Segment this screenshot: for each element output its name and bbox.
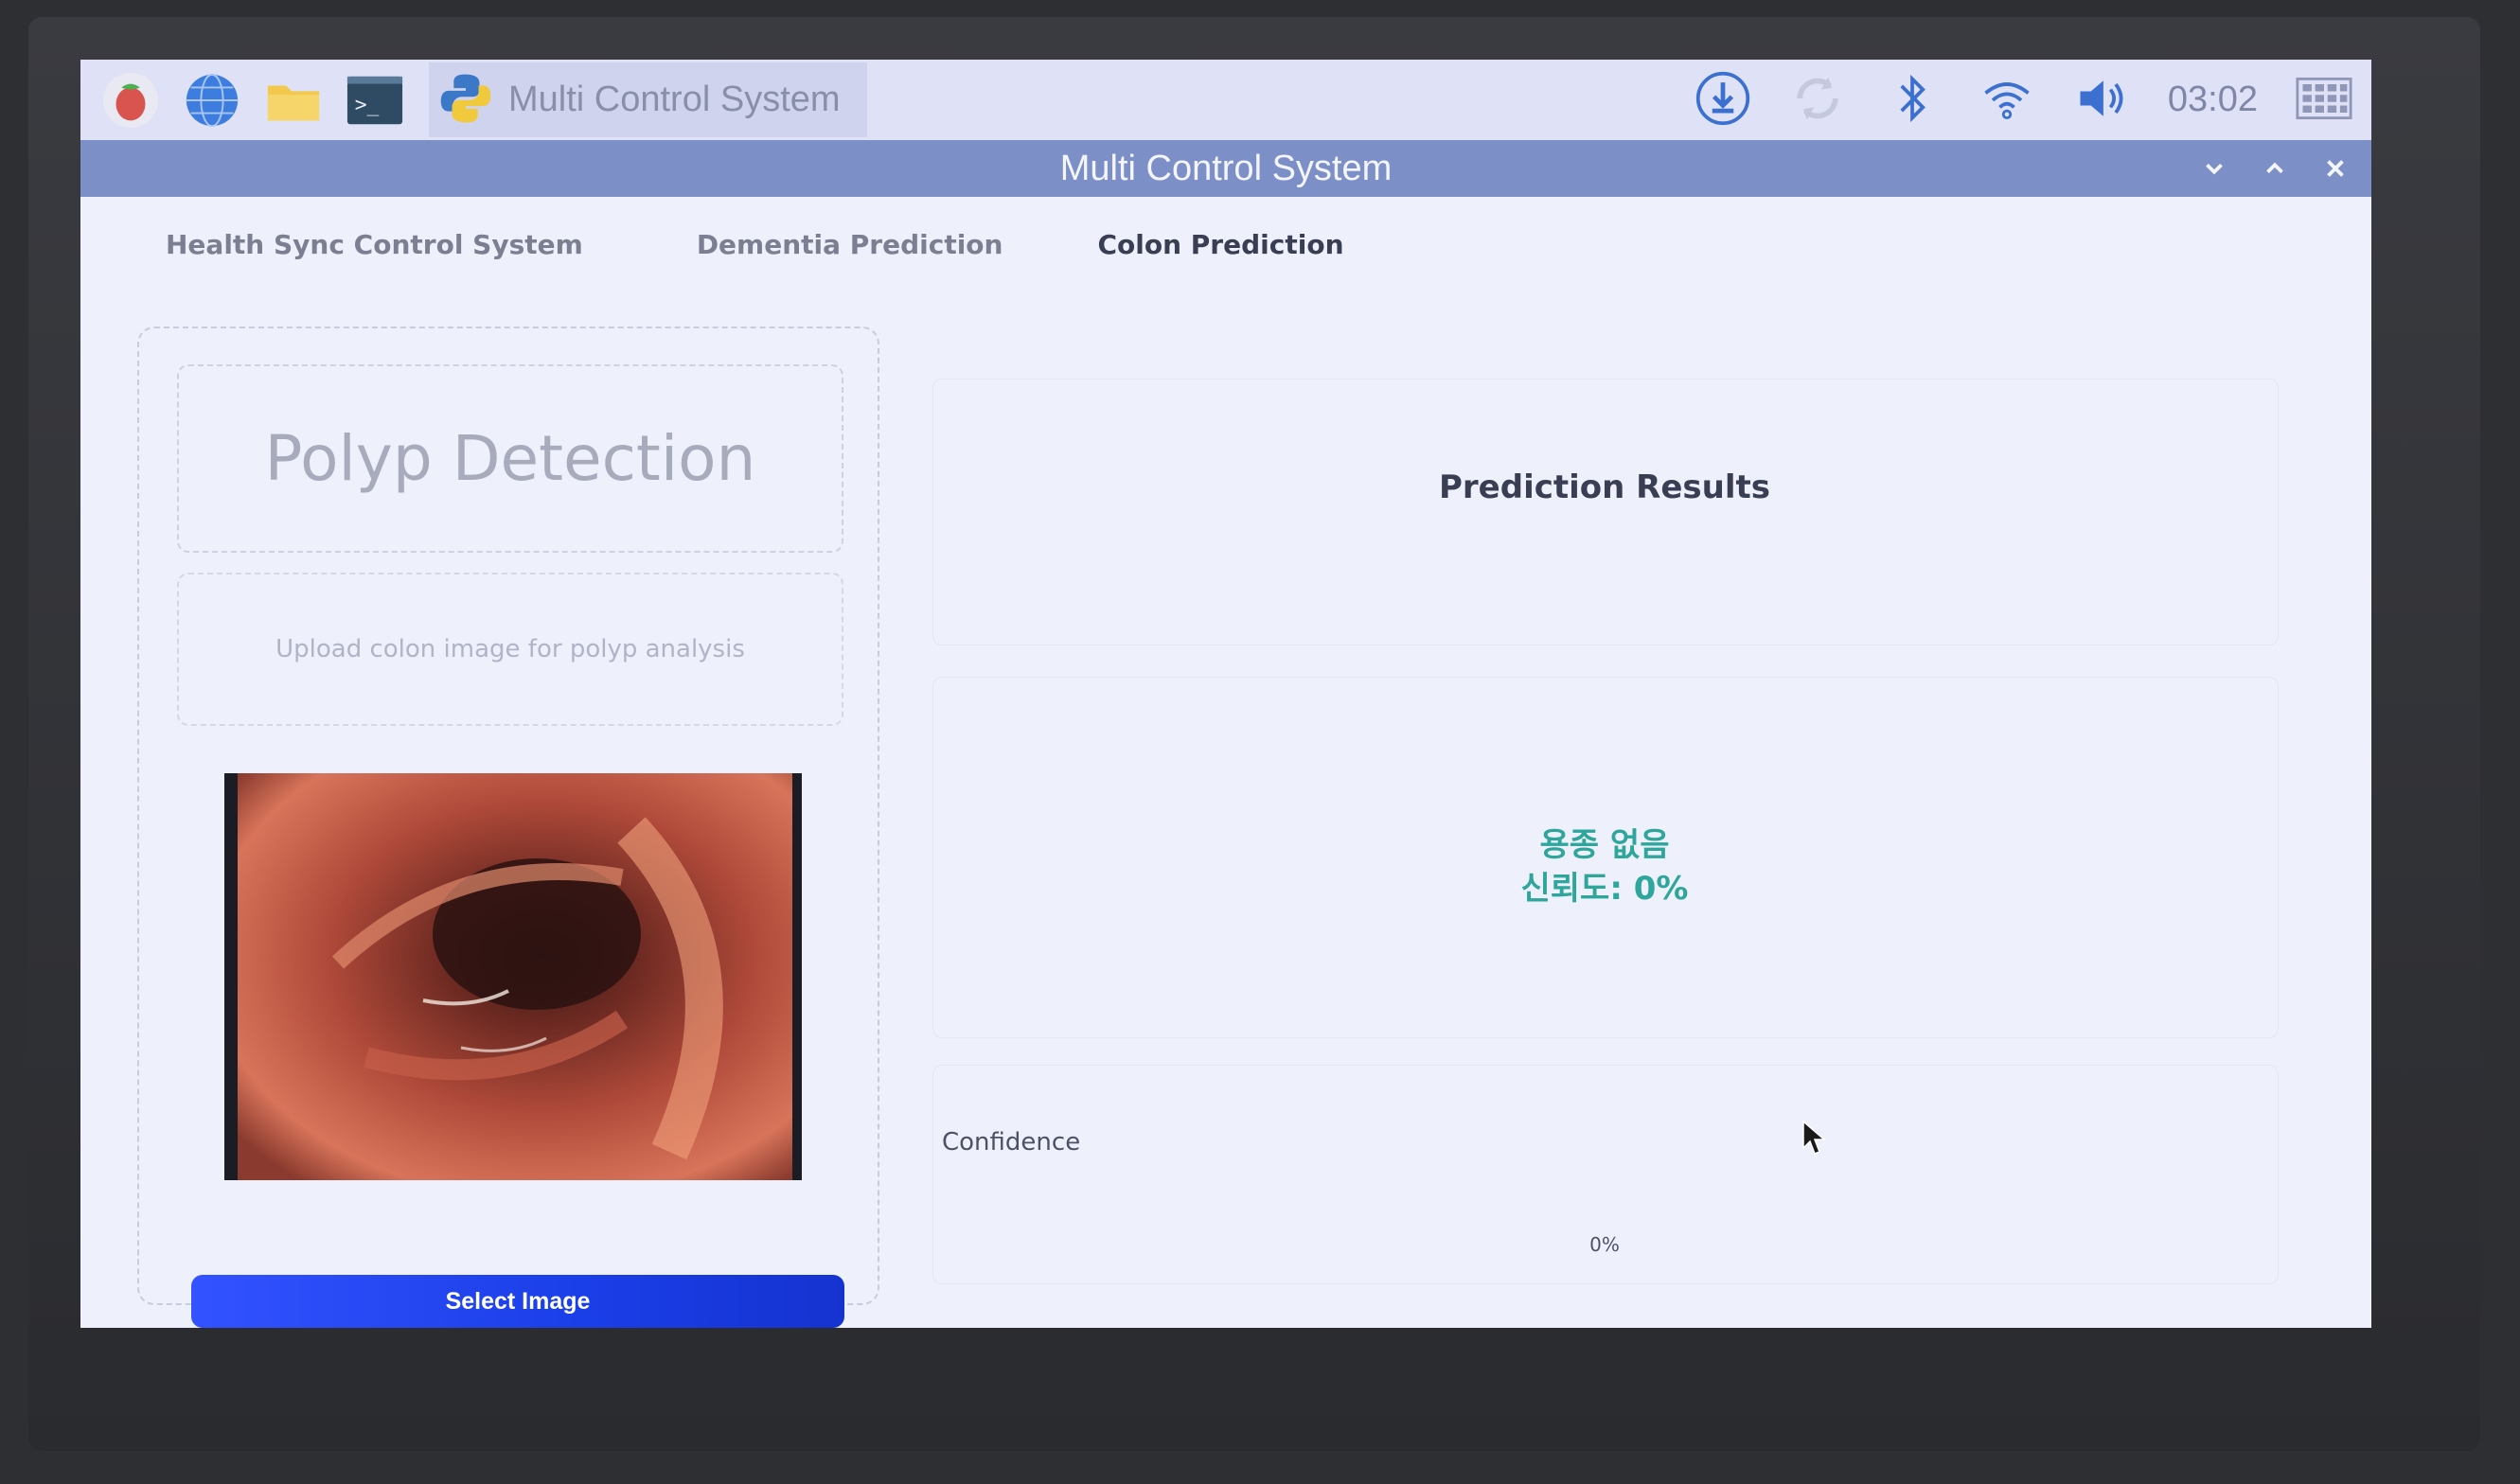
file-manager-icon[interactable] — [262, 69, 325, 132]
select-image-button[interactable]: Select Image — [191, 1275, 844, 1328]
python-icon — [438, 71, 493, 130]
panel-header: Polyp Detection — [177, 364, 843, 553]
confidence-bar — [942, 1197, 2277, 1205]
volume-icon[interactable] — [2073, 70, 2130, 131]
close-icon[interactable] — [2318, 151, 2352, 186]
sync-icon[interactable] — [1789, 70, 1846, 131]
browser-globe-icon[interactable] — [181, 69, 243, 132]
bluetooth-icon[interactable] — [1884, 70, 1941, 131]
colonoscopy-image — [224, 773, 802, 1180]
svg-text:>_: >_ — [355, 93, 380, 116]
panel-title: Polyp Detection — [264, 422, 756, 495]
taskbar-app-label: Multi Control System — [508, 80, 841, 119]
screen: >_ Multi Control System 03:02 Multi Cont… — [80, 60, 2371, 1328]
result-confidence: 신뢰도: 0% — [1520, 870, 1689, 908]
system-tray: 03:02 — [1695, 60, 2352, 140]
window-title-bar[interactable]: Multi Control System — [80, 140, 2371, 197]
taskbar: >_ Multi Control System 03:02 — [80, 60, 2371, 140]
tab-bar: Health Sync Control System Dementia Pred… — [80, 197, 2371, 292]
window-controls — [2197, 140, 2352, 197]
taskbar-app-button[interactable]: Multi Control System — [429, 62, 867, 137]
minimize-icon[interactable] — [2197, 151, 2231, 186]
raspberry-menu-icon[interactable] — [99, 69, 162, 132]
terminal-icon[interactable]: >_ — [344, 69, 406, 132]
download-icon[interactable] — [1695, 70, 1751, 131]
results-header-box — [932, 379, 2279, 645]
tab-colon-prediction[interactable]: Colon Prediction — [1059, 206, 1381, 282]
app-grid-icon[interactable] — [2296, 70, 2352, 131]
results-panel: Prediction Results 용종 없음 신뢰도: 0% Confide… — [932, 327, 2352, 1301]
confidence-value: 0% — [1589, 1233, 1620, 1256]
tab-dementia-prediction[interactable]: Dementia Prediction — [659, 206, 1041, 282]
clock[interactable]: 03:02 — [2168, 80, 2258, 120]
mouse-cursor-icon — [1802, 1120, 1827, 1155]
window-title: Multi Control System — [1059, 148, 1393, 188]
wifi-icon[interactable] — [1979, 70, 2035, 131]
result-class: 용종 없음 — [1539, 826, 1670, 864]
maximize-icon[interactable] — [2258, 151, 2292, 186]
panel-hint-box: Upload colon image for polyp analysis — [177, 573, 843, 726]
upload-panel: Polyp Detection Upload colon image for p… — [137, 327, 879, 1328]
confidence-label: Confidence — [942, 1128, 1081, 1157]
results-title: Prediction Results — [1438, 468, 1771, 506]
upload-hint: Upload colon image for polyp analysis — [275, 635, 745, 663]
tab-health-sync[interactable]: Health Sync Control System — [128, 206, 621, 282]
prediction-result: 용종 없음 신뢰도: 0% — [932, 823, 2277, 910]
